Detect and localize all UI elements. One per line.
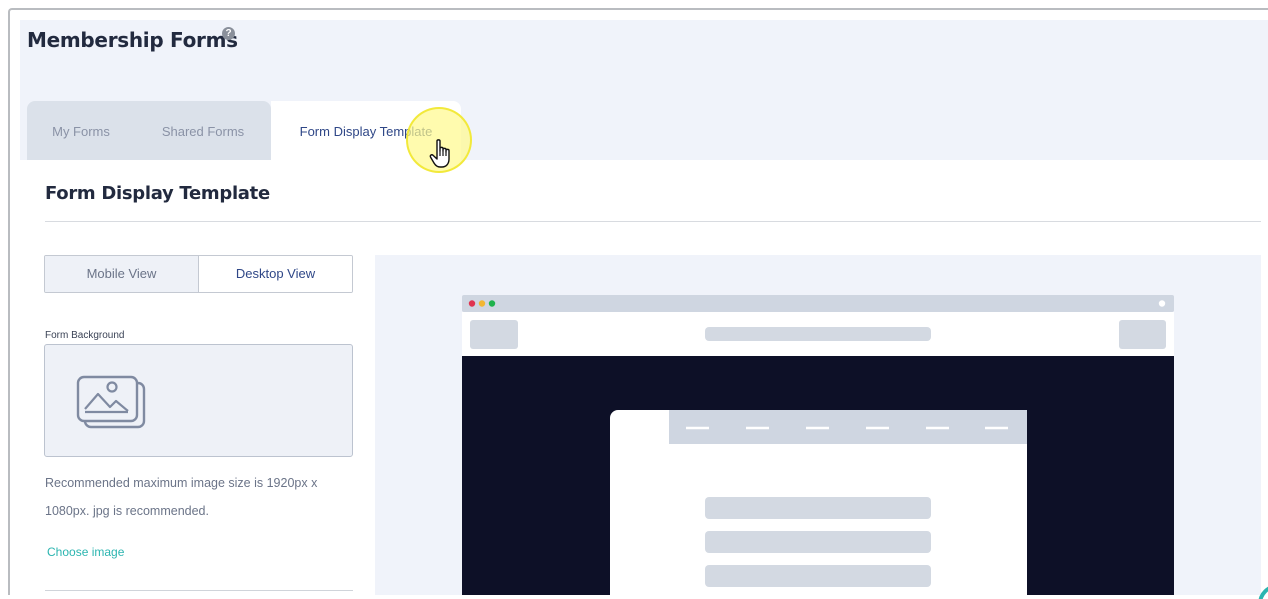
hand-pointer-icon [429,139,450,168]
form-background-label: Form Background [45,330,125,341]
nav-logo-block [470,320,518,349]
image-size-hint: Recommended maximum image size is 1920px… [45,476,318,518]
choose-image-link[interactable]: Choose image [47,545,124,559]
nav-address-block [705,327,931,341]
mobile-view-button[interactable]: Mobile View [45,256,199,292]
desktop-view-button[interactable]: Desktop View [199,256,352,292]
tab-my-forms[interactable]: My Forms [27,101,135,160]
form-field-block [705,565,931,587]
left-panel-divider [45,590,353,591]
window-dot-yellow [478,300,486,307]
window-dot-green [488,300,496,307]
bottom-edge [0,595,1268,599]
page-title: Membership Forms [27,28,238,52]
desktop-preview-illustration [462,295,1174,599]
tab-bar: My Forms Shared Forms Form Display Templ… [27,101,461,160]
tab-shared-forms[interactable]: Shared Forms [135,101,271,160]
form-field-block [705,531,931,553]
window-dot-right [1158,300,1166,307]
section-title: Form Display Template [45,183,270,204]
nav-button-block [1119,320,1166,349]
form-background-image-dropzone[interactable] [44,344,353,457]
template-preview-panel [375,255,1261,599]
view-toggle: Mobile View Desktop View [44,255,353,293]
section-divider [45,221,1261,222]
browser-titlebar [462,295,1174,312]
question-circle-icon[interactable]: ? [222,27,235,40]
form-field-block [705,497,931,519]
form-card-header [669,410,1027,444]
image-placeholder-icon [76,375,146,429]
window-dot-red [468,300,476,307]
